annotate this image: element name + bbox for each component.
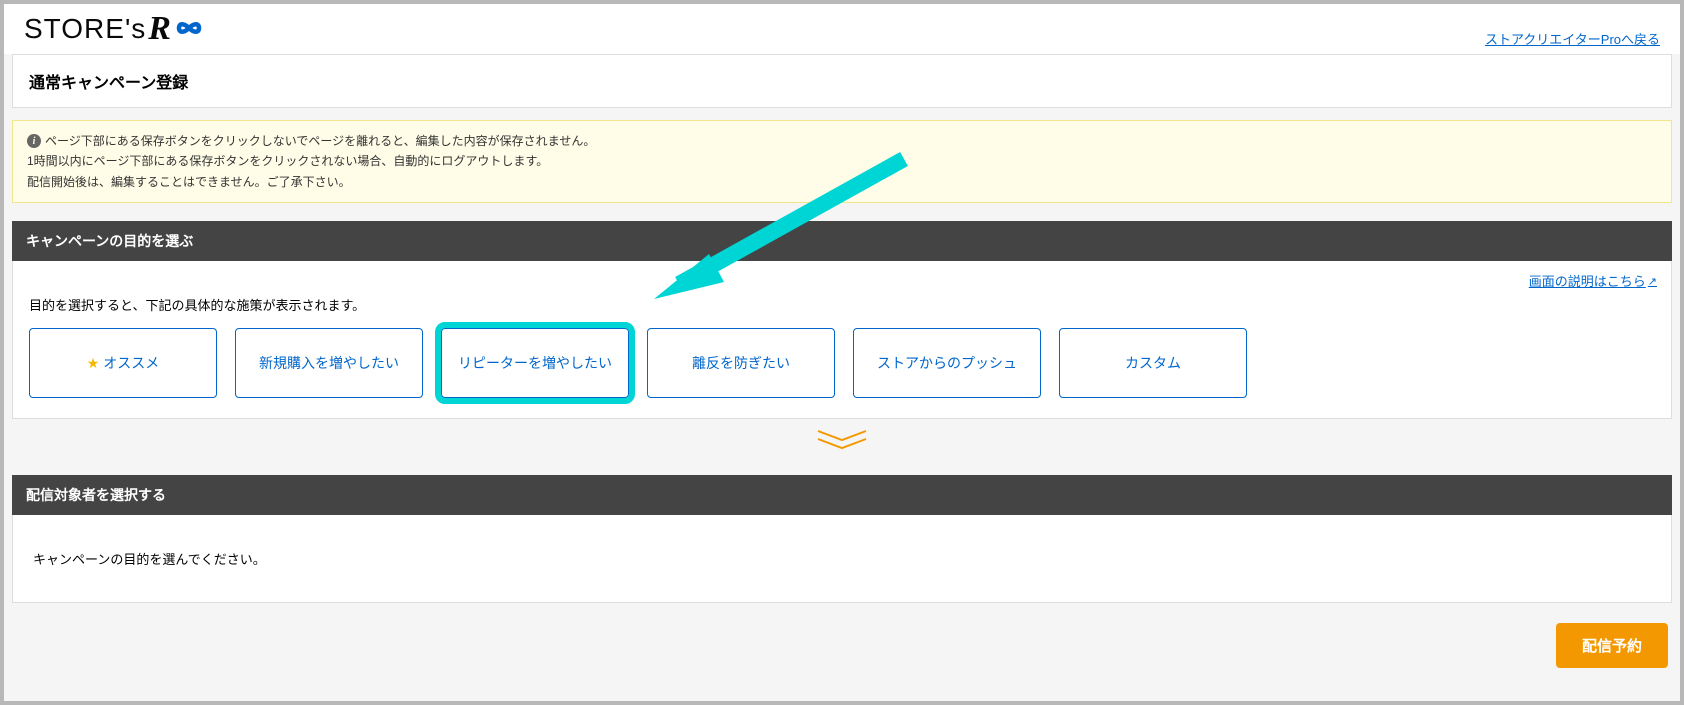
section1-body: 画面の説明はこちら 目的を選択すると、下記の具体的な施策が表示されます。 ★オス… xyxy=(12,261,1672,419)
section1-description: 目的を選択すると、下記の具体的な施策が表示されます。 xyxy=(29,295,1655,314)
header: STORE's R ストアクリエイターProへ戻る xyxy=(4,4,1680,54)
option-label: オススメ xyxy=(103,353,159,373)
back-to-creator-link[interactable]: ストアクリエイターProへ戻る xyxy=(1485,29,1660,48)
help-link[interactable]: 画面の説明はこちら xyxy=(1529,271,1657,290)
option-card-5[interactable]: カスタム xyxy=(1059,328,1247,398)
submit-button[interactable]: 配信予約 xyxy=(1556,623,1668,668)
logo-text: STORE's xyxy=(24,13,146,45)
option-card-1[interactable]: 新規購入を増やしたい xyxy=(235,328,423,398)
option-card-0[interactable]: ★オススメ xyxy=(29,328,217,398)
option-card-2[interactable]: リピーターを増やしたい xyxy=(441,328,629,398)
footer: 配信予約 xyxy=(4,603,1680,688)
option-card-3[interactable]: 離反を防ぎたい xyxy=(647,328,835,398)
star-icon: ★ xyxy=(87,355,100,372)
warning-line3: 配信開始後は、編集することはできません。ご了承下さい。 xyxy=(27,172,1657,192)
chevron-separator-icon xyxy=(4,429,1680,451)
warning-box: i ページ下部にある保存ボタンをクリックしないでページを離れると、編集した内容が… xyxy=(12,120,1672,203)
warning-line2: 1時間以内にページ下部にある保存ボタンをクリックされない場合、自動的にログアウト… xyxy=(27,151,1657,171)
option-label: リピーターを増やしたい xyxy=(458,353,612,373)
option-label: カスタム xyxy=(1125,353,1181,373)
logo-r: R xyxy=(148,10,171,48)
section1-header: キャンペーンの目的を選ぶ xyxy=(12,221,1672,261)
option-label: ストアからのプッシュ xyxy=(877,353,1017,373)
option-label: 離反を防ぎたい xyxy=(692,353,790,373)
warning-line1: ページ下部にある保存ボタンをクリックしないでページを離れると、編集した内容が保存… xyxy=(45,131,595,151)
info-icon: i xyxy=(27,134,41,148)
section2-text: キャンペーンの目的を選んでください。 xyxy=(33,552,266,567)
infinity-icon xyxy=(170,11,208,48)
page-title: 通常キャンペーン登録 xyxy=(12,54,1672,108)
option-grid: ★オススメ 新規購入を増やしたい リピーターを増やしたい 離反を防ぎたい ストアからのプ… xyxy=(29,328,1655,398)
section2-header: 配信対象者を選択する xyxy=(12,475,1672,515)
option-label: 新規購入を増やしたい xyxy=(259,353,399,373)
option-card-4[interactable]: ストアからのプッシュ xyxy=(853,328,1041,398)
section2-body: キャンペーンの目的を選んでください。 xyxy=(12,515,1672,603)
external-link-icon xyxy=(1648,273,1657,288)
logo: STORE's R xyxy=(24,10,208,48)
